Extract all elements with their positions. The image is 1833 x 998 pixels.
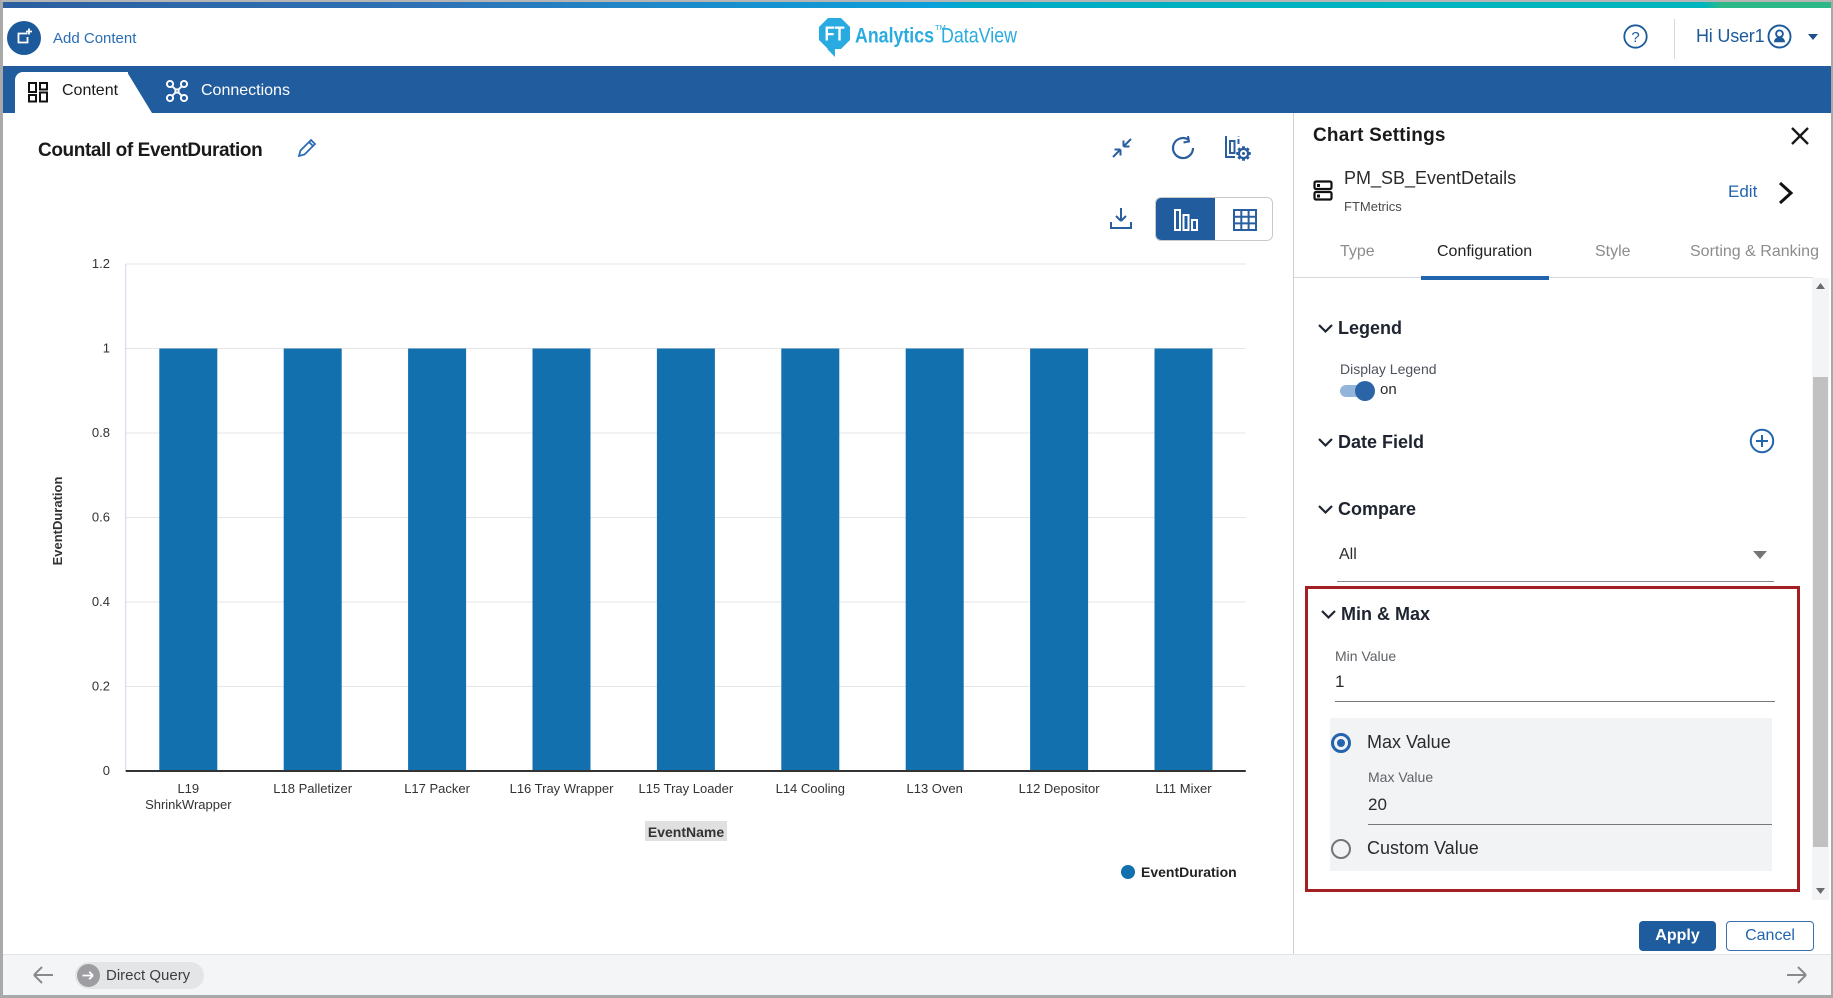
svg-text:L13 Oven: L13 Oven [907,781,963,796]
svg-text:EventName: EventName [648,824,724,840]
svg-text:0.4: 0.4 [92,594,110,609]
svg-text:FT: FT [825,24,845,46]
svg-text:0.2: 0.2 [92,679,110,694]
svg-text:1.2: 1.2 [92,256,110,271]
svg-text:DataView: DataView [941,25,1018,48]
svg-text:0: 0 [103,763,110,778]
svg-text:1: 1 [103,341,110,356]
svg-text:L12 Depositor: L12 Depositor [1019,781,1101,796]
svg-text:0.6: 0.6 [92,510,110,525]
svg-text:L18 Palletizer: L18 Palletizer [273,781,352,796]
svg-text:L15 Tray Loader: L15 Tray Loader [639,781,734,796]
svg-text:EventDuration: EventDuration [1141,864,1237,880]
svg-text:L19: L19 [177,781,199,796]
svg-text:L11 Mixer: L11 Mixer [1155,781,1212,796]
svg-text:0.8: 0.8 [92,425,110,440]
svg-text:ShrinkWrapper: ShrinkWrapper [145,797,232,812]
svg-text:EventDuration: EventDuration [50,477,65,566]
svg-text:L16 Tray Wrapper: L16 Tray Wrapper [510,781,614,796]
svg-text:L17 Packer: L17 Packer [404,781,470,796]
svg-text:Analytics: Analytics [855,25,934,48]
svg-text:L14 Cooling: L14 Cooling [776,781,845,796]
svg-text:?: ? [1631,29,1639,46]
